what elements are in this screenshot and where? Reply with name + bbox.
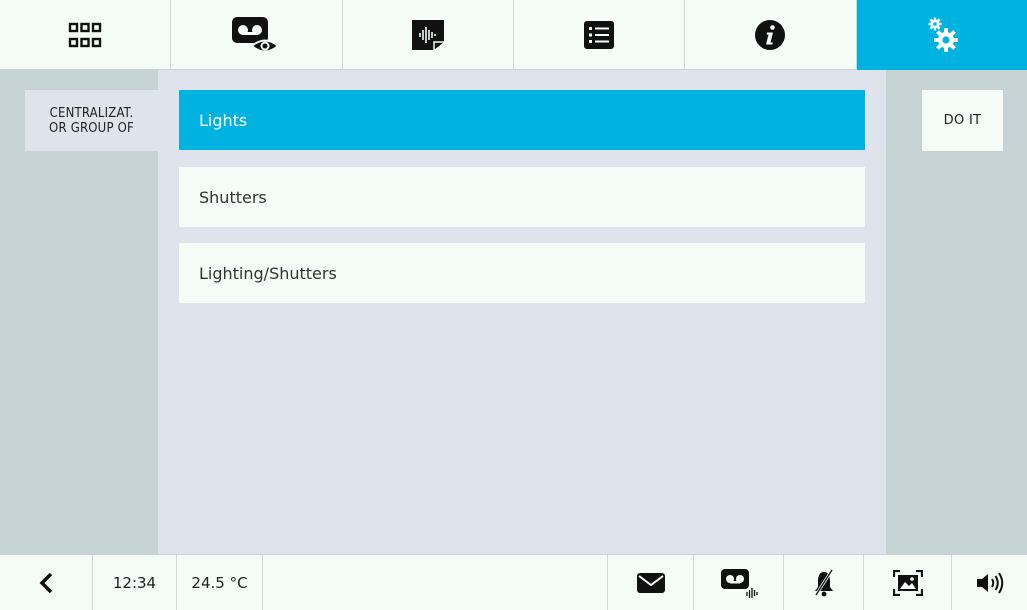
do-it-button[interactable]: DO IT <box>922 90 1003 151</box>
back-button[interactable] <box>0 555 93 610</box>
option-label: Lights <box>199 110 248 130</box>
options-list: Lights Shutters Lighting/Shutters <box>158 70 886 554</box>
option-shutters[interactable]: Shutters <box>179 167 865 227</box>
option-label: Shutters <box>199 187 267 207</box>
temperature: 24.5 °C <box>177 555 263 610</box>
audio-memo-icon <box>411 20 444 50</box>
doorbell-mute-button[interactable] <box>784 555 864 610</box>
videomessage-icon <box>720 569 758 598</box>
status-spacer <box>263 555 608 610</box>
speaker-volume-icon <box>976 572 1003 594</box>
messages-button[interactable] <box>608 555 694 610</box>
right-panel: DO IT <box>886 70 1027 554</box>
intercom-screen: CENTRALIZAT. OR GROUP OF Lights Shutters … <box>0 0 1027 610</box>
tab-info[interactable] <box>685 0 857 70</box>
centralization-label: CENTRALIZAT. OR GROUP OF <box>49 105 134 136</box>
grid-icon <box>68 22 102 48</box>
tab-audio-memos[interactable] <box>343 0 514 70</box>
temperature-text: 24.5 °C <box>191 574 248 592</box>
time-text: 12:34 <box>112 574 157 592</box>
option-lights[interactable]: Lights <box>179 90 865 150</box>
settings-gears-icon <box>928 17 958 52</box>
top-tab-bar <box>0 0 1027 70</box>
list-icon <box>584 21 615 49</box>
envelope-icon <box>636 573 665 593</box>
tab-list[interactable] <box>514 0 686 70</box>
tab-home[interactable] <box>0 0 172 70</box>
centralization-group-button[interactable]: CENTRALIZAT. OR GROUP OF <box>25 90 158 151</box>
option-label: Lighting/Shutters <box>199 263 337 283</box>
info-icon <box>755 20 786 50</box>
do-it-label: DO IT <box>943 113 982 128</box>
videomessage-status[interactable] <box>694 555 784 610</box>
left-panel: CENTRALIZAT. OR GROUP OF <box>0 70 158 554</box>
main-area: CENTRALIZAT. OR GROUP OF Lights Shutters … <box>0 70 1027 554</box>
status-bar: 12:34 24.5 °C <box>0 554 1027 610</box>
volume-button[interactable] <box>952 555 1027 610</box>
photo-frame-icon <box>892 570 923 596</box>
video-message-watch-icon <box>232 17 281 53</box>
tab-video-messages[interactable] <box>171 0 343 70</box>
tab-settings[interactable] <box>856 0 1027 70</box>
clock: 12:34 <box>93 555 177 610</box>
doorbell-muted-icon <box>814 569 833 597</box>
photo-frame-button[interactable] <box>864 555 952 610</box>
option-lighting-shutters[interactable]: Lighting/Shutters <box>179 243 865 303</box>
back-chevron-icon <box>39 572 53 594</box>
